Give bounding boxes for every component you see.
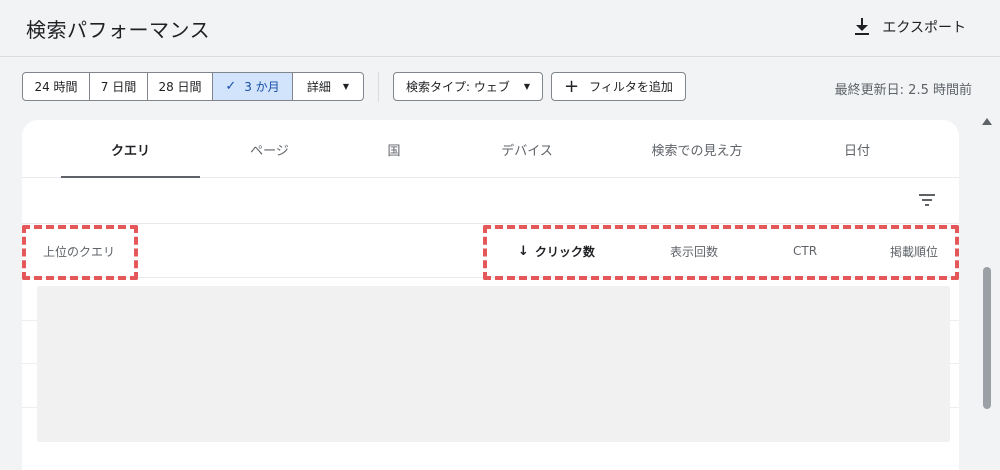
table-header-row: 上位のクエリ ↓ クリック数 表示回数 CTR 掲載順位 — [22, 224, 959, 278]
tab-queries[interactable]: クエリ — [61, 120, 200, 178]
tab-pages[interactable]: ページ — [200, 120, 339, 178]
last-updated-text: 最終更新日: 2.5 時間前 — [834, 83, 972, 98]
report-card: クエリ ページ 国 デバイス 検索での見え方 日付 上位のクエリ ↓ クリック数 — [22, 120, 959, 470]
vertical-scrollbar[interactable] — [980, 115, 994, 470]
toolbar-divider — [378, 71, 379, 102]
date-range-24h[interactable]: 24 時間 — [23, 73, 90, 100]
plus-icon: + — [564, 75, 580, 97]
scrollbar-thumb[interactable] — [983, 267, 991, 409]
column-header-impressions[interactable]: 表示回数 — [670, 224, 718, 278]
date-range-7d[interactable]: 7 日間 — [90, 73, 148, 100]
date-range-28d[interactable]: 28 日間 — [148, 73, 213, 100]
column-header-top-queries: 上位のクエリ — [43, 244, 116, 259]
dimension-tabs: クエリ ページ 国 デバイス 検索での見え方 日付 — [22, 120, 959, 178]
scroll-up-arrow-icon[interactable] — [980, 115, 994, 127]
date-range-selector: 24 時間 7 日間 28 日間 ✓ 3 か月 詳細 ▼ — [22, 72, 364, 101]
check-icon: ✓ — [225, 79, 237, 94]
column-header-clicks[interactable]: ↓ クリック数 — [518, 224, 595, 278]
table-filter-row — [22, 178, 959, 224]
search-type-dropdown[interactable]: 検索タイプ: ウェブ ▼ — [393, 72, 544, 101]
arrow-down-icon: ↓ — [518, 243, 529, 259]
filter-list-icon[interactable] — [919, 194, 935, 206]
caret-down-icon: ▼ — [523, 82, 531, 91]
download-icon — [855, 18, 870, 35]
page-header: 検索パフォーマンス エクスポート — [0, 0, 1000, 57]
tab-dates[interactable]: 日付 — [807, 120, 907, 178]
tab-search-appearance[interactable]: 検索での見え方 — [622, 120, 772, 178]
date-range-3m[interactable]: ✓ 3 か月 — [213, 73, 293, 100]
page-title: 検索パフォーマンス — [26, 18, 211, 42]
caret-down-icon: ▼ — [342, 82, 350, 91]
add-filter-button[interactable]: + フィルタを追加 — [551, 72, 686, 101]
export-label: エクスポート — [882, 20, 966, 36]
toolbar: 24 時間 7 日間 28 日間 ✓ 3 か月 詳細 ▼ 検索タイプ: ウェブ … — [22, 71, 694, 102]
column-header-ctr[interactable]: CTR — [793, 224, 817, 278]
tab-countries[interactable]: 国 — [339, 120, 449, 178]
export-button[interactable]: エクスポート — [854, 17, 966, 37]
table-loading-placeholder — [37, 286, 950, 442]
date-range-details-dropdown[interactable]: 詳細 ▼ — [293, 73, 363, 100]
column-header-position[interactable]: 掲載順位 — [890, 224, 938, 278]
tab-devices[interactable]: デバイス — [462, 120, 592, 178]
